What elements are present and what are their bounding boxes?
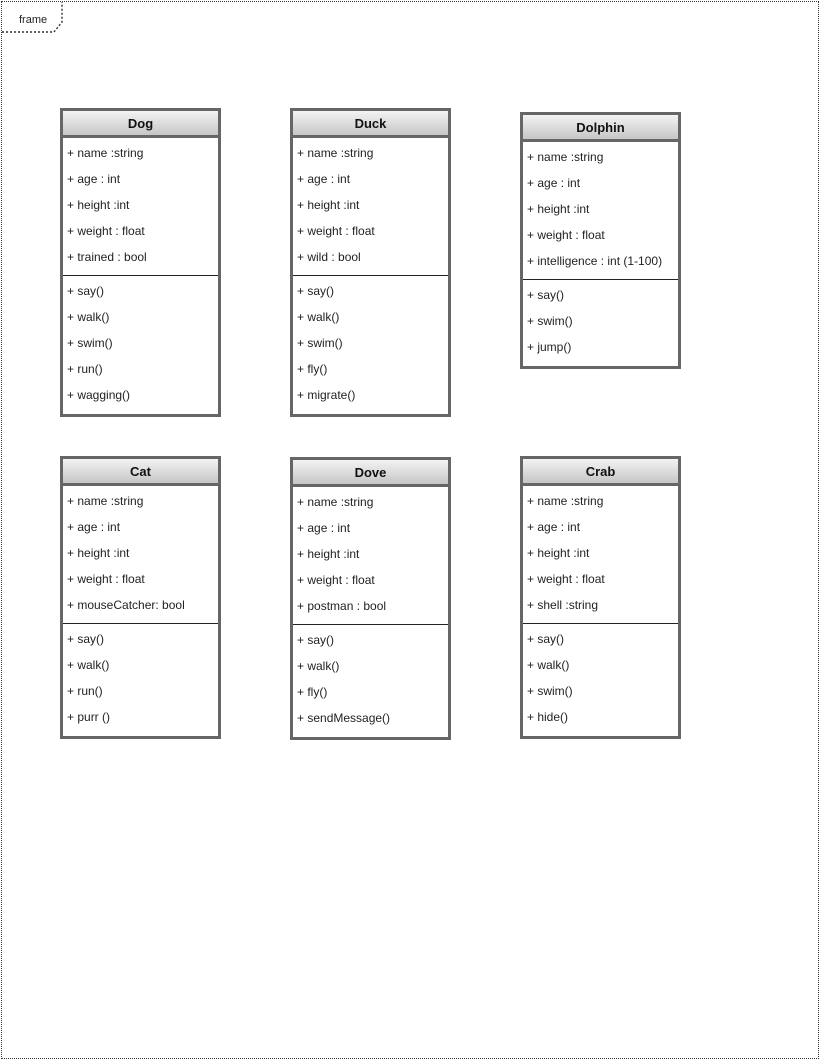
method-row[interactable]: + walk() (293, 653, 448, 679)
attribute-row[interactable]: + height :int (293, 192, 448, 218)
attribute-row[interactable]: + name :string (293, 140, 448, 166)
class-name[interactable]: Dove (293, 460, 448, 487)
attribute-row[interactable]: + name :string (63, 140, 218, 166)
method-row[interactable]: + say() (523, 282, 678, 308)
methods-section: + say() + walk() + swim() + hide() (523, 624, 678, 736)
method-row[interactable]: + say() (293, 627, 448, 653)
method-row[interactable]: + purr () (63, 704, 218, 730)
attribute-row[interactable]: + age : int (63, 166, 218, 192)
attribute-row[interactable]: + wild : bool (293, 244, 448, 270)
attribute-row[interactable]: + height :int (523, 540, 678, 566)
attribute-row[interactable]: + trained : bool (63, 244, 218, 270)
method-row[interactable]: + walk() (523, 652, 678, 678)
attributes-section: + name :string + age : int + height :int + … (293, 138, 448, 276)
method-row[interactable]: + fly() (293, 356, 448, 382)
attribute-row[interactable]: + intelligence : int (1-100) (523, 248, 678, 274)
attribute-row[interactable]: + height :int (293, 541, 448, 567)
attribute-row[interactable]: + age : int (523, 170, 678, 196)
attribute-row[interactable]: + age : int (293, 166, 448, 192)
attribute-row[interactable]: + weight : float (523, 566, 678, 592)
attribute-row[interactable]: + name :string (523, 144, 678, 170)
method-row[interactable]: + fly() (293, 679, 448, 705)
method-row[interactable]: + jump() (523, 334, 678, 360)
method-row[interactable]: + wagging() (63, 382, 218, 408)
methods-section: + say() + swim() + jump() (523, 280, 678, 366)
attributes-section: + name :string + age : int + height :int + … (293, 487, 448, 625)
attribute-row[interactable]: + age : int (293, 515, 448, 541)
frame-label: frame (19, 14, 48, 26)
attribute-row[interactable]: + age : int (523, 514, 678, 540)
class-name[interactable]: Cat (63, 459, 218, 486)
method-row[interactable]: + say() (63, 278, 218, 304)
class-box-dolphin[interactable]: Dolphin + name :string + age : int + height… (520, 112, 681, 369)
class-name[interactable]: Dog (63, 111, 218, 138)
class-box-cat[interactable]: Cat + name :string + age : int + height :in… (60, 456, 221, 739)
method-row[interactable]: + swim() (523, 678, 678, 704)
attribute-row[interactable]: + postman : bool (293, 593, 448, 619)
method-row[interactable]: + run() (63, 678, 218, 704)
class-name[interactable]: Dolphin (523, 115, 678, 142)
attribute-row[interactable]: + name :string (523, 488, 678, 514)
attribute-row[interactable]: + weight : float (293, 218, 448, 244)
attribute-row[interactable]: + mouseCatcher: bool (63, 592, 218, 618)
attribute-row[interactable]: + height :int (63, 540, 218, 566)
attributes-section: + name :string + age : int + height :int + … (63, 138, 218, 276)
attributes-section: + name :string + age : int + height :int + … (63, 486, 218, 624)
attribute-row[interactable]: + shell :string (523, 592, 678, 618)
method-row[interactable]: + swim() (523, 308, 678, 334)
attribute-row[interactable]: + name :string (293, 489, 448, 515)
methods-section: + say() + walk() + swim() + fly() + migrate(… (293, 276, 448, 414)
method-row[interactable]: + sendMessage() (293, 705, 448, 731)
methods-section: + say() + walk() + fly() + sendMessage() (293, 625, 448, 737)
attributes-section: + name :string + age : int + height :int + … (523, 486, 678, 624)
method-row[interactable]: + hide() (523, 704, 678, 730)
attribute-row[interactable]: + weight : float (293, 567, 448, 593)
method-row[interactable]: + swim() (63, 330, 218, 356)
class-box-dog[interactable]: Dog + name :string + age : int + height :in… (60, 108, 221, 417)
method-row[interactable]: + swim() (293, 330, 448, 356)
class-box-dove[interactable]: Dove + name :string + age : int + height :i… (290, 457, 451, 740)
method-row[interactable]: + say() (63, 626, 218, 652)
class-name[interactable]: Duck (293, 111, 448, 138)
attribute-row[interactable]: + weight : float (63, 566, 218, 592)
class-name[interactable]: Crab (523, 459, 678, 486)
attribute-row[interactable]: + name :string (63, 488, 218, 514)
methods-section: + say() + walk() + swim() + run() + wagging(… (63, 276, 218, 414)
method-row[interactable]: + migrate() (293, 382, 448, 408)
method-row[interactable]: + say() (523, 626, 678, 652)
class-box-duck[interactable]: Duck + name :string + age : int + height :i… (290, 108, 451, 417)
attribute-row[interactable]: + age : int (63, 514, 218, 540)
methods-section: + say() + walk() + run() + purr () (63, 624, 218, 736)
method-row[interactable]: + walk() (293, 304, 448, 330)
attribute-row[interactable]: + weight : float (63, 218, 218, 244)
method-row[interactable]: + walk() (63, 652, 218, 678)
attributes-section: + name :string + age : int + height :int + … (523, 142, 678, 280)
class-box-crab[interactable]: Crab + name :string + age : int + height :i… (520, 456, 681, 739)
attribute-row[interactable]: + height :int (63, 192, 218, 218)
attribute-row[interactable]: + weight : float (523, 222, 678, 248)
method-row[interactable]: + say() (293, 278, 448, 304)
method-row[interactable]: + run() (63, 356, 218, 382)
method-row[interactable]: + walk() (63, 304, 218, 330)
attribute-row[interactable]: + height :int (523, 196, 678, 222)
